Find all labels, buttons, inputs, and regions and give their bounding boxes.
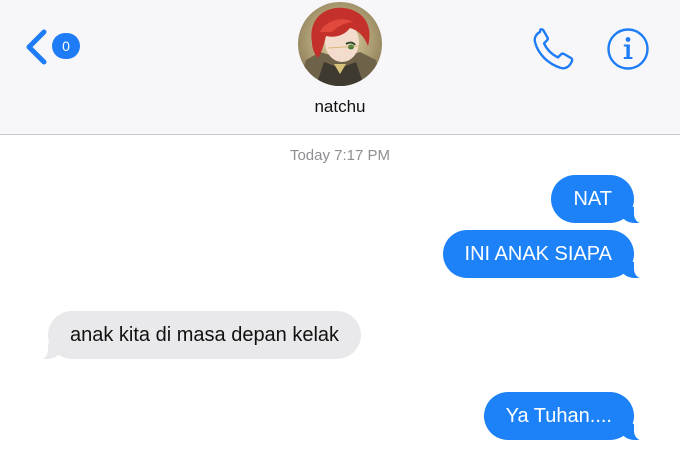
chevron-left-icon [26,29,47,65]
contact-avatar[interactable] [298,2,382,86]
avatar-image [298,2,382,86]
outgoing-message-bubble[interactable]: INI ANAK SIAPA [442,230,651,279]
info-button[interactable] [605,26,651,72]
outgoing-message-bubble[interactable]: NAT [551,175,650,224]
message-timestamp: Today 7:17 PM [289,147,391,164]
back-button[interactable]: 0 [22,26,92,70]
contact-name[interactable]: natchu [240,97,440,117]
phone-icon [533,28,574,70]
unread-count-badge: 0 [52,33,80,59]
header-divider [0,134,680,135]
incoming-message-bubble[interactable]: anak kita di masa depan kelak [31,311,362,360]
messages-screen: 0 natchu Today 7:17 PM NAT INI ANAK SIAP… [0,0,680,474]
conversation-header: 0 natchu [0,0,680,134]
call-button[interactable] [528,26,580,72]
outgoing-message-bubble[interactable]: Ya Tuhan.... [483,392,651,441]
info-icon [607,28,649,70]
